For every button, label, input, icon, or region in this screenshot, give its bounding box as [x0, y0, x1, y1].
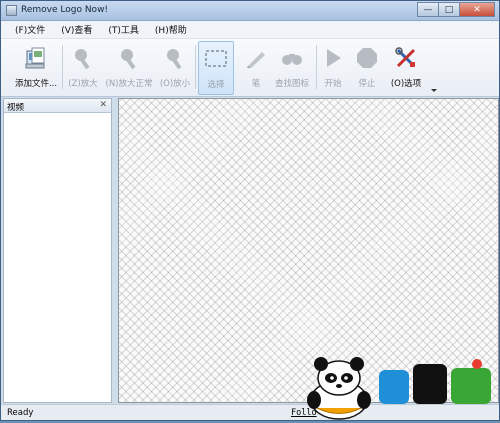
menu-tools[interactable]: (T)工具: [108, 23, 139, 36]
tools-icon: [393, 45, 419, 71]
select-tool-label: 选择: [207, 80, 225, 90]
add-file-label: 添加文件...: [14, 79, 58, 89]
zoom-normal-icon: [116, 45, 142, 71]
find-logo-label: 查找图标: [274, 79, 309, 89]
maximize-button[interactable]: □: [438, 2, 460, 17]
window-controls: — □ ✕: [417, 2, 495, 18]
pen-icon: [243, 45, 269, 71]
zoom-in-button[interactable]: (Z)放大: [65, 41, 101, 95]
menu-help[interactable]: (H)帮助: [155, 23, 187, 36]
options-button[interactable]: (O)选项: [385, 41, 427, 95]
toolbar: 添加文件... (Z)放大 (N)放大正常 (O)放小 选择 笔 查找图标 开始…: [1, 39, 499, 97]
start-label: 开始: [324, 79, 342, 89]
selection-rect-icon: [203, 46, 229, 72]
minimize-icon: —: [423, 4, 433, 15]
pen-tool-label: 笔: [251, 79, 261, 89]
zoom-in-icon: [70, 45, 96, 71]
zoom-out-icon: [162, 45, 188, 71]
zoom-normal-label: (N)放大正常: [105, 79, 153, 89]
close-icon: ✕: [473, 4, 481, 15]
menu-file[interactable]: (F)文件: [15, 23, 45, 36]
site-watermark-logo: [299, 356, 499, 420]
zoom-normal-button[interactable]: (N)放大正常: [102, 41, 156, 95]
zoom-out-label: (O)放小: [159, 79, 191, 89]
play-icon: [320, 45, 346, 71]
status-text: Ready: [7, 408, 34, 418]
app-window: Remove Logo Now! — □ ✕ (F)文件 (V)查看 (T)工具…: [0, 0, 500, 421]
minimize-button[interactable]: —: [417, 2, 439, 17]
add-file-button[interactable]: 添加文件...: [11, 41, 61, 95]
toolbar-separator: [195, 45, 196, 89]
app-icon: [6, 5, 17, 16]
video-panel-title: 视频: [7, 103, 25, 113]
start-button[interactable]: 开始: [319, 41, 347, 95]
stop-button[interactable]: 停止: [353, 41, 381, 95]
video-panel-header: 视频 ✕: [4, 99, 111, 113]
options-dropdown-arrow-icon[interactable]: [431, 89, 437, 92]
stop-icon: [354, 45, 380, 71]
find-logo-button[interactable]: 查找图标: [271, 41, 313, 95]
select-tool-button[interactable]: 选择: [198, 41, 234, 95]
toolbar-separator: [62, 45, 63, 89]
options-label: (O)选项: [390, 79, 422, 89]
menu-view[interactable]: (V)查看: [61, 23, 92, 36]
binoculars-icon: [279, 45, 305, 71]
menu-bar: (F)文件 (V)查看 (T)工具 (H)帮助: [1, 21, 499, 39]
close-button[interactable]: ✕: [459, 2, 495, 17]
add-file-icon: [23, 45, 49, 71]
title-bar[interactable]: Remove Logo Now! — □ ✕: [1, 1, 499, 21]
zoom-out-button[interactable]: (O)放小: [157, 41, 193, 95]
panel-close-icon[interactable]: ✕: [99, 100, 107, 110]
video-panel: 视频 ✕: [3, 98, 112, 403]
stop-label: 停止: [358, 79, 376, 89]
maximize-icon: □: [444, 4, 454, 15]
toolbar-separator: [316, 45, 317, 89]
pen-tool-button[interactable]: 笔: [241, 41, 271, 95]
window-title: Remove Logo Now!: [21, 5, 109, 15]
zoom-in-label: (Z)放大: [68, 79, 98, 89]
